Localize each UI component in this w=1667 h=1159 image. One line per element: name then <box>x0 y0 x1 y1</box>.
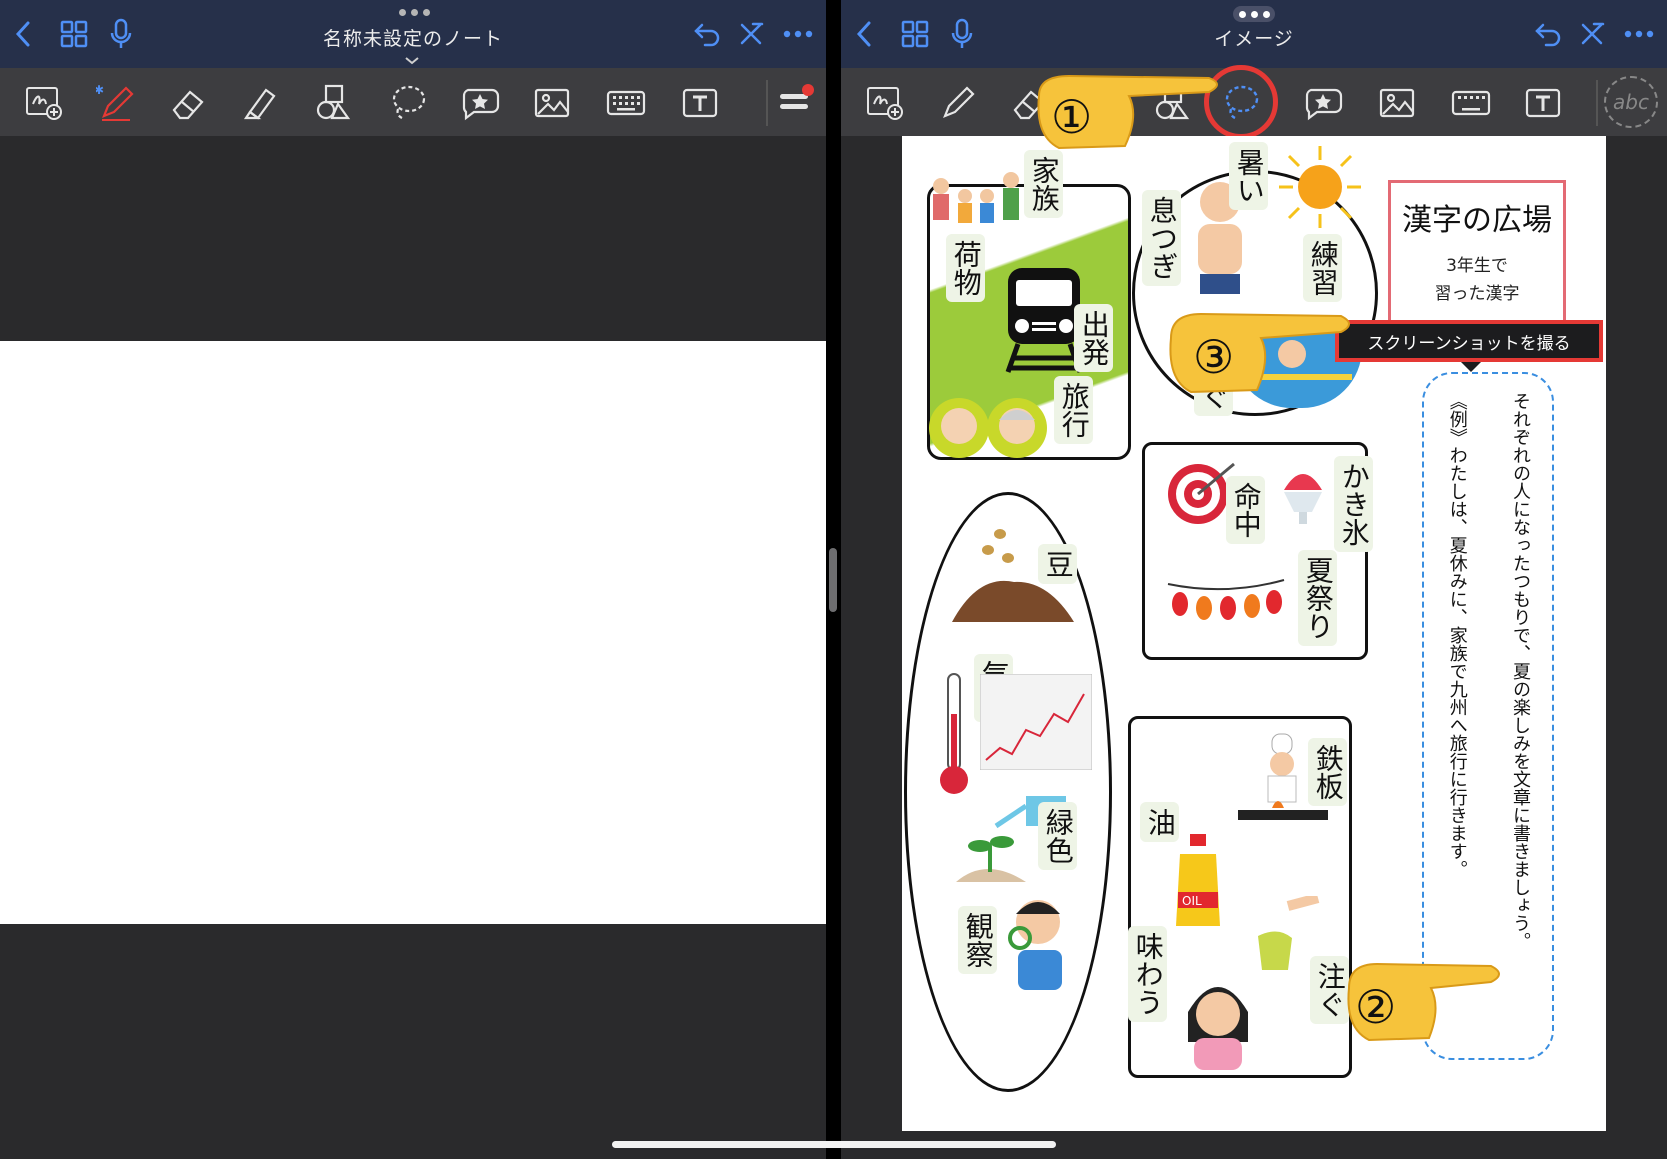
undo-icon[interactable] <box>690 14 724 54</box>
home-indicator[interactable] <box>612 1141 1056 1148</box>
pointing-hand-icon-3 <box>1161 294 1361 398</box>
split-view-handle[interactable] <box>829 548 837 612</box>
word-kakigoori: かき氷 <box>1334 456 1373 552</box>
lanterns-illustration <box>1166 576 1286 626</box>
svg-text:OIL: OIL <box>1182 894 1202 908</box>
word-shuppatsu: 出発 <box>1074 304 1113 372</box>
worksheet-subtitle-2: 習った漢字 <box>1434 284 1520 304</box>
note-page[interactable] <box>0 341 826 924</box>
pen-tool-icon[interactable] <box>935 80 979 124</box>
family-illustration <box>927 166 1019 226</box>
eraser-icon[interactable] <box>166 80 210 124</box>
shaved-ice-icon <box>1278 464 1328 528</box>
word-ryokou: 旅行 <box>1054 376 1093 444</box>
handwriting-abc-icon[interactable]: abc <box>1604 76 1658 128</box>
text-box-icon[interactable] <box>1521 80 1565 124</box>
word-kazoku: 家族 <box>1024 150 1063 218</box>
word-atsui: 暑い <box>1229 142 1268 210</box>
temperature-graph-illustration <box>979 673 1093 771</box>
shapes-icon[interactable] <box>312 80 356 124</box>
word-ryokushoku: 緑色 <box>1038 802 1077 870</box>
keyboard-icon[interactable] <box>1449 80 1493 124</box>
toolbar-divider <box>766 80 768 126</box>
title-dropdown-chevron-icon[interactable] <box>404 54 420 68</box>
word-kansatsu: 観察 <box>958 906 997 974</box>
svg-text:✱: ✱ <box>96 83 104 97</box>
keyboard-icon[interactable] <box>604 80 648 124</box>
oil-bottle-icon: OIL <box>1168 832 1228 928</box>
tooltip-arrow <box>1461 362 1481 372</box>
boy-magnifier-illustration <box>1002 894 1072 994</box>
pen-tool-icon[interactable]: ✱ <box>94 80 138 124</box>
right-image-pane: イメージ abc 家族 荷物 出発 旅行 暑い 息つぎ 練習 ぐ 漢字の広場 3… <box>841 0 1667 1159</box>
close-toolbar-icon[interactable] <box>1575 14 1609 54</box>
tool-settings-icon[interactable] <box>772 80 816 124</box>
zoom-write-icon[interactable] <box>863 80 907 124</box>
highlighter-icon[interactable] <box>238 80 282 124</box>
word-teppan: 鉄板 <box>1308 738 1347 806</box>
sun-icon <box>1277 144 1363 230</box>
multitask-grabber-active[interactable] <box>1233 6 1275 22</box>
worksheet-title: 漢字の広場 <box>1402 203 1552 238</box>
right-navbar: イメージ <box>841 0 1667 68</box>
elements-star-icon[interactable] <box>1301 80 1345 124</box>
multitask-grabber[interactable] <box>394 9 434 19</box>
worksheet-subtitle-1: 3年生で <box>1446 256 1508 276</box>
undo-icon[interactable] <box>1531 14 1565 54</box>
close-toolbar-icon[interactable] <box>734 14 768 54</box>
screenshot-tooltip-button[interactable]: スクリーンショットを撮る <box>1335 320 1603 362</box>
word-natsumatsuri: 夏祭り <box>1298 550 1337 646</box>
step-3-label: ③ <box>1193 330 1235 384</box>
image-icon[interactable] <box>1375 80 1419 124</box>
word-renshuu: 練習 <box>1303 234 1342 302</box>
word-meichuu: 命中 <box>1226 476 1265 544</box>
word-ikitsugi: 息つぎ <box>1142 190 1181 286</box>
grandparents-illustration <box>927 394 1047 460</box>
step-1-label: ① <box>1051 90 1093 144</box>
left-note-pane: 名称未設定のノート ✱ <box>0 0 826 1159</box>
image-icon[interactable] <box>530 80 574 124</box>
left-navbar: 名称未設定のノート <box>0 0 826 68</box>
zoom-write-icon[interactable] <box>22 80 66 124</box>
word-mame: 豆 <box>1038 544 1077 584</box>
more-icon[interactable] <box>780 14 816 54</box>
step-2-label: ② <box>1355 980 1397 1034</box>
word-ajiwau: 味わう <box>1128 926 1167 1022</box>
word-nimotsu: 荷物 <box>946 234 985 302</box>
more-icon[interactable] <box>1621 14 1657 54</box>
toolbar-divider <box>1596 80 1598 126</box>
lasso-icon[interactable] <box>386 80 430 124</box>
girl-tasting-illustration <box>1178 972 1258 1072</box>
text-box-icon[interactable] <box>678 80 722 124</box>
elements-star-icon[interactable] <box>458 80 502 124</box>
